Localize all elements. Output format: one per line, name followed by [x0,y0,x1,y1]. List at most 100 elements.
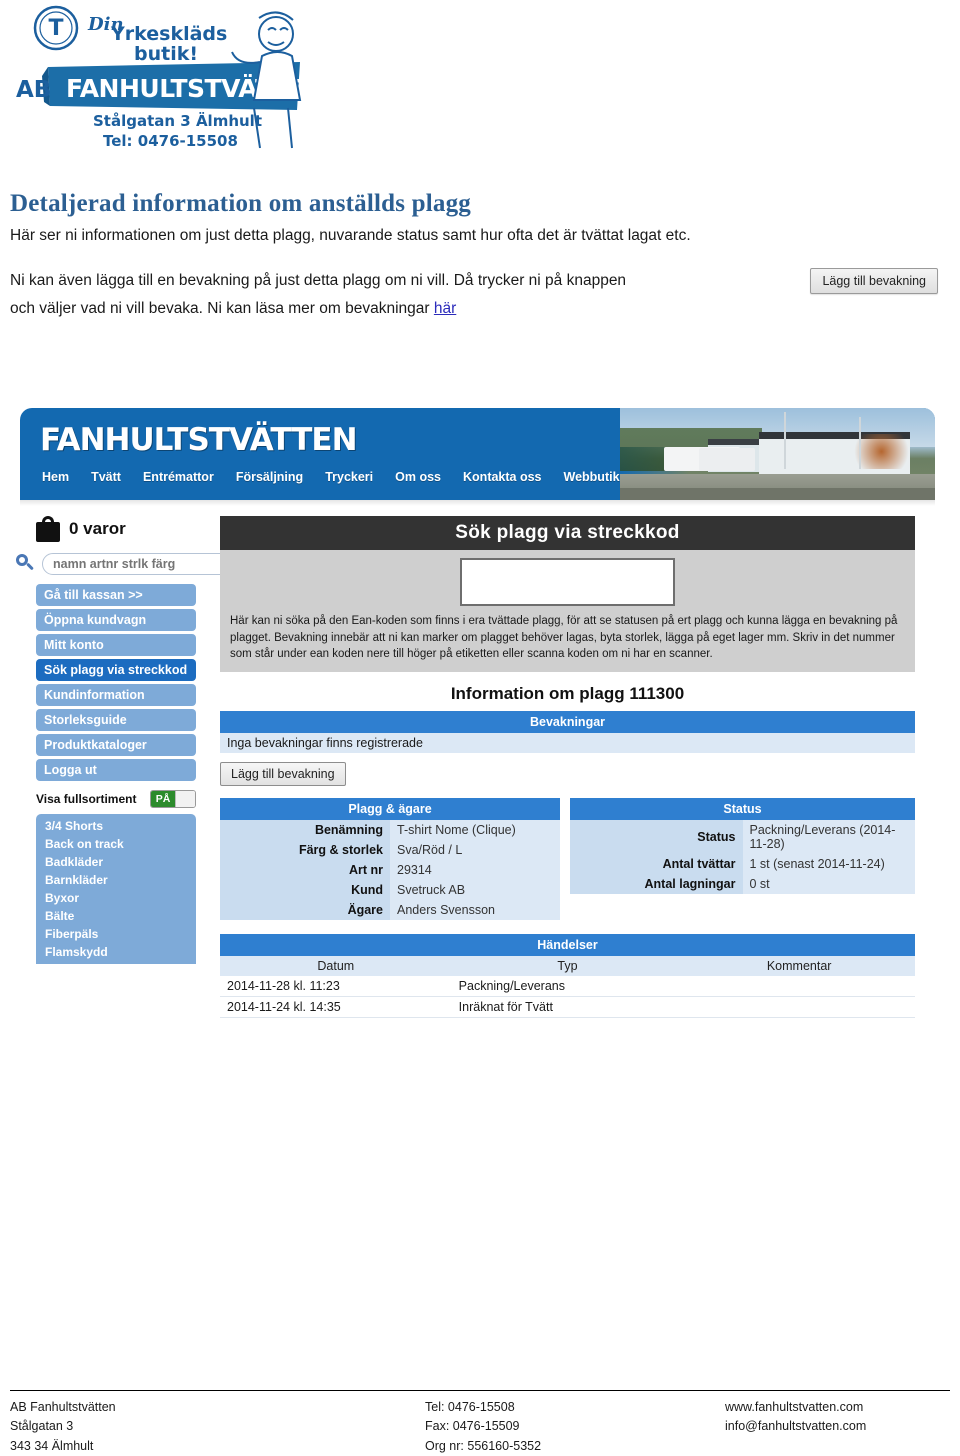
fullsortiment-toggle-row: Visa fullsortiment PÅ [36,790,196,808]
event-date: 2014-11-24 kl. 14:35 [220,996,452,1019]
bevakningar-header: Bevakningar [220,711,915,734]
header-shadow [20,500,935,506]
magnifier-icon[interactable] [14,553,36,575]
event-type: Packning/Leverans [451,976,684,998]
toggle-knob [175,791,195,807]
list-item[interactable]: Flamskydd [36,943,196,961]
nav-item-webbutik[interactable]: Webbutik [564,470,620,484]
details-columns: Plagg & ägare Benämning T-shirt Nome (Cl… [220,798,915,921]
row-value: 29314 [390,860,560,881]
nav-item-kontakta-oss[interactable]: Kontakta oss [463,470,542,484]
footer-street: Stålgatan 3 [10,1419,74,1434]
nav-item-entrematter[interactable]: Entrémattor [143,470,214,484]
list-item[interactable]: Byxor [36,889,196,907]
row-value: T-shirt Nome (Clique) [390,820,560,841]
sidebar-item-oppna-kundvagn[interactable]: Öppna kundvagn [36,609,196,631]
nav-item-forsaljning[interactable]: Försäljning [236,470,303,484]
product-search-input[interactable] [42,553,238,575]
sidebar-item-ga-till-kassan[interactable]: Gå till kassan >> [36,584,196,606]
list-item[interactable]: Bälte [36,907,196,925]
cart-summary[interactable]: 0 varor [36,516,210,542]
photo-autumn-tree [846,433,917,469]
sidebar-item-logga-ut[interactable]: Logga ut [36,759,196,781]
svg-text:Yrkeskläds: Yrkeskläds [110,23,227,45]
nav-item-tvatt[interactable]: Tvätt [91,470,121,484]
plagg-agare-header: Plagg & ägare [220,798,560,821]
row-value: Packning/Leverans (2014-11-28) [742,820,915,855]
row-value: 0 st [742,874,915,895]
category-list: 3/4 Shorts Back on track Badkläder Barnk… [36,814,196,964]
svg-text:T: T [48,16,63,41]
status-column: Status Status Packning/Leverans (2014-11… [570,798,915,920]
column-header-typ: Typ [451,956,684,977]
company-letterhead-logo: T Din Yrkeskläds butik! AB FANHULTSTVÄTT… [8,4,338,154]
footer-contact-column: Tel: 0476-15508 Fax: 0476-15509 Org nr: … [425,1398,725,1456]
handelser-header: Händelser [220,934,915,957]
photo-truck-two [698,448,756,471]
footer-city: 343 34 Älmhult [10,1438,94,1453]
list-item[interactable]: Back on track [36,835,196,853]
nav-item-om-oss[interactable]: Om oss [395,470,441,484]
shopping-bag-icon [36,516,60,542]
sidebar-item-mitt-konto[interactable]: Mitt konto [36,634,196,656]
table-row: 2014-11-28 kl. 11:23 Packning/Leverans [220,976,915,998]
toggle-state-label: PÅ [151,791,175,807]
event-comment [683,996,915,1019]
footer-company: AB Fanhultstvätten [10,1400,116,1414]
photo-flagpole-one [783,411,786,469]
table-row: Färg & storlek Sva/Röd / L [220,840,560,861]
webshop-sidebar: 0 varor Gå till kassan >> Öppna kundvagn… [10,516,238,964]
fullsortiment-label: Visa fullsortiment [36,792,137,806]
footer-email[interactable]: info@fanhultstvatten.com [725,1417,950,1436]
list-item[interactable]: 3/4 Shorts [36,817,196,835]
webshop-main-content: Sök plagg via streckkod Här kan ni söka … [220,516,915,1019]
sidebar-item-kundinformation[interactable]: Kundinformation [36,684,196,706]
svg-text:butik!: butik! [134,43,198,65]
document-body: Detaljerad information om anställds plag… [10,190,950,325]
column-header-datum: Datum [220,956,452,977]
table-row: Ägare Anders Svensson [220,900,560,921]
row-label: Art nr [348,863,383,878]
list-item[interactable]: Fiberpäls [36,925,196,943]
intro-line-1: Här ser ni informationen om just detta p… [10,227,691,244]
sidebar-item-sok-plagg[interactable]: Sök plagg via streckkod [36,659,196,681]
barcode-search-help: Här kan ni söka på den Ean-koden som fin… [230,615,898,661]
bevakningar-table: Bevakningar Inga bevakningar finns regis… [220,711,915,754]
add-bevakning-button[interactable]: Lägg till bevakning [220,762,346,787]
footer-fax: Fax: 0476-15509 [425,1419,520,1434]
row-label: Antal lagningar [644,877,736,892]
row-value: 1 st (senast 2014-11-24) [742,854,915,875]
row-value: Svetruck AB [390,880,560,901]
garment-owner-column: Plagg & ägare Benämning T-shirt Nome (Cl… [220,798,560,921]
nav-item-hem[interactable]: Hem [42,470,69,484]
intro-line-3-text: och väljer vad ni vill bevaka. Ni kan lä… [10,300,434,318]
footer-website[interactable]: www.fanhultstvatten.com [725,1398,950,1417]
fullsortiment-toggle[interactable]: PÅ [150,790,196,808]
nav-item-tryckeri[interactable]: Tryckeri [325,470,373,484]
sidebar-item-produktkataloger[interactable]: Produktkataloger [36,734,196,756]
site-wordmark: FANHULTSTVÄTTEN [40,422,358,458]
bevakningar-help-link[interactable]: här [434,300,456,317]
svg-text:Stålgatan 3 Älmhult: Stålgatan 3 Älmhult [93,111,262,130]
barcode-input[interactable] [460,558,675,606]
barcode-search-body: Här kan ni söka på den Ean-koden som fin… [220,550,915,673]
site-header: FANHULTSTVÄTTEN Hem Tvätt Entrémattor Fö… [20,408,935,500]
table-row: Status Packning/Leverans (2014-11-28) [570,820,915,855]
bevakningar-empty-text: Inga bevakningar finns registrerade [227,736,423,751]
photo-road [620,488,935,500]
doc-add-bevakning-button[interactable]: Lägg till bevakning [810,268,938,294]
sidebar-item-storleksguide[interactable]: Storleksguide [36,709,196,731]
barcode-search-title: Sök plagg via streckkod [220,516,915,550]
row-value: Anders Svensson [390,900,560,921]
table-row: Inga bevakningar finns registrerade [220,733,915,754]
intro-line-2: Ni kan även lägga till en bevakning på j… [10,272,627,290]
list-item[interactable]: Barnkläder [36,871,196,889]
handelser-table: Händelser Datum Typ Kommentar 2014-11-28… [220,934,915,1019]
list-item[interactable]: Badkläder [36,853,196,871]
row-label: Antal tvättar [662,857,736,872]
row-value: Sva/Röd / L [390,840,560,861]
page-footer: AB Fanhultstvätten Stålgatan 3 343 34 Äl… [10,1390,950,1456]
row-label: Kund [351,883,383,898]
list-item[interactable]: Fleece [36,961,196,964]
table-row: Art nr 29314 [220,860,560,881]
